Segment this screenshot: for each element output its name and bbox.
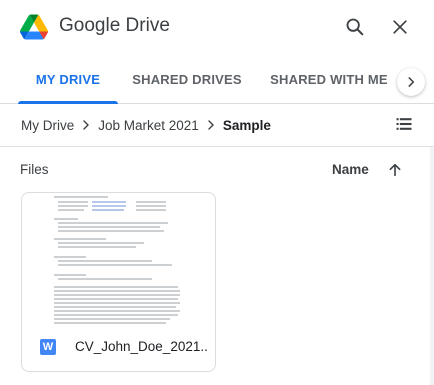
file-card[interactable]: W CV_John_Doe_2021.... bbox=[21, 192, 216, 372]
google-drive-logo-icon bbox=[20, 14, 48, 40]
app-header: Google Drive bbox=[0, 0, 434, 56]
files-section-label: Files bbox=[20, 162, 49, 177]
file-card-footer: W CV_John_Doe_2021.... bbox=[22, 327, 215, 371]
sort-by-name-button[interactable]: Name bbox=[332, 162, 369, 177]
chevron-right-icon bbox=[205, 119, 217, 131]
close-button[interactable] bbox=[387, 14, 413, 40]
tab-bar: MY DRIVE SHARED DRIVES SHARED WITH ME bbox=[0, 56, 434, 104]
breadcrumb-my-drive[interactable]: My Drive bbox=[21, 118, 74, 133]
chevron-right-icon bbox=[80, 119, 92, 131]
tab-my-drive[interactable]: MY DRIVE bbox=[18, 56, 118, 104]
app-title: Google Drive bbox=[59, 15, 170, 36]
list-view-button[interactable] bbox=[392, 112, 416, 136]
file-thumbnail bbox=[22, 193, 215, 327]
divider bbox=[0, 146, 434, 147]
file-name: CV_John_Doe_2021.... bbox=[75, 339, 207, 354]
breadcrumb-sample: Sample bbox=[222, 117, 271, 133]
tab-shared-with-me[interactable]: SHARED WITH ME bbox=[264, 56, 394, 103]
word-doc-icon: W bbox=[40, 339, 56, 355]
tabs-next-button[interactable] bbox=[397, 68, 425, 96]
scrollbar-track[interactable] bbox=[430, 147, 434, 385]
list-view-icon bbox=[396, 118, 412, 130]
document-preview-icon bbox=[48, 193, 188, 327]
arrow-up-icon bbox=[389, 163, 401, 177]
breadcrumb-job-market-2021[interactable]: Job Market 2021 bbox=[98, 118, 199, 133]
breadcrumb: My Drive Job Market 2021 Sample bbox=[21, 115, 271, 135]
search-button[interactable] bbox=[342, 14, 368, 40]
tab-shared-drives[interactable]: SHARED DRIVES bbox=[128, 56, 246, 103]
chevron-right-icon bbox=[408, 77, 415, 87]
search-icon bbox=[346, 18, 364, 36]
sort-direction-button[interactable] bbox=[385, 160, 405, 180]
close-icon bbox=[393, 20, 407, 34]
